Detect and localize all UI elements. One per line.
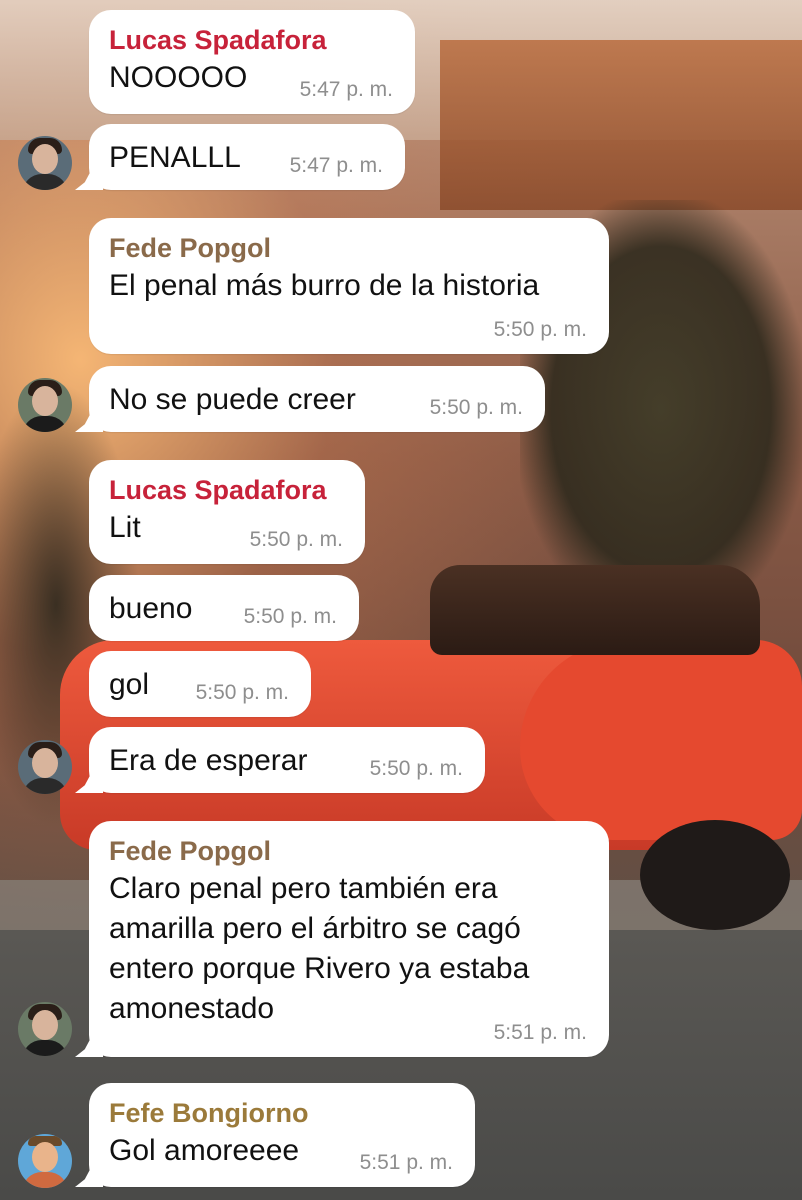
message-bubble[interactable]: Fede Popgol El penal más burro de la his… xyxy=(89,218,609,354)
message-time: 5:50 p. m. xyxy=(243,605,337,628)
message-time: 5:50 p. m. xyxy=(369,757,463,780)
message-bubble[interactable]: bueno 5:50 p. m. xyxy=(89,575,359,641)
message-bubble[interactable]: Lucas Spadafora Lit 5:50 p. m. xyxy=(89,460,365,564)
message-bubble[interactable]: gol 5:50 p. m. xyxy=(89,651,311,717)
message-bubble[interactable]: PENALLL 5:47 p. m. xyxy=(89,124,405,190)
message-text: Claro penal pero también era amarilla pe… xyxy=(109,872,530,1025)
sender-name: Lucas Spadafora xyxy=(109,25,327,55)
avatar-fefe[interactable] xyxy=(18,1134,72,1188)
avatar-fede[interactable] xyxy=(18,1002,72,1056)
message-bubble[interactable]: Fede Popgol Claro penal pero también era… xyxy=(89,821,609,1057)
message-text: El penal más burro de la historia xyxy=(109,269,540,302)
avatar-fede[interactable] xyxy=(18,378,72,432)
message-time: 5:51 p. m. xyxy=(493,1021,587,1044)
avatar-lucas[interactable] xyxy=(18,740,72,794)
message-bubble[interactable]: No se puede creer 5:50 p. m. xyxy=(89,366,545,432)
message-time: 5:51 p. m. xyxy=(359,1151,453,1174)
message-time: 5:50 p. m. xyxy=(195,681,289,704)
sender-name: Fede Popgol xyxy=(109,233,271,263)
message-list[interactable]: Lucas Spadafora NOOOOO 5:47 p. m. PENALL… xyxy=(0,0,802,1200)
message-bubble[interactable]: Era de esperar 5:50 p. m. xyxy=(89,727,485,793)
message-time: 5:47 p. m. xyxy=(299,78,393,101)
message-time: 5:50 p. m. xyxy=(429,396,523,419)
sender-name: Fefe Bongiorno xyxy=(109,1098,309,1128)
message-bubble[interactable]: Fefe Bongiorno Gol amoreeee 5:51 p. m. xyxy=(89,1083,475,1187)
message-time: 5:47 p. m. xyxy=(289,154,383,177)
avatar-lucas[interactable] xyxy=(18,136,72,190)
sender-name: Fede Popgol xyxy=(109,836,271,866)
sender-name: Lucas Spadafora xyxy=(109,475,327,505)
message-time: 5:50 p. m. xyxy=(493,318,587,341)
message-bubble[interactable]: Lucas Spadafora NOOOOO 5:47 p. m. xyxy=(89,10,415,114)
message-time: 5:50 p. m. xyxy=(249,528,343,551)
